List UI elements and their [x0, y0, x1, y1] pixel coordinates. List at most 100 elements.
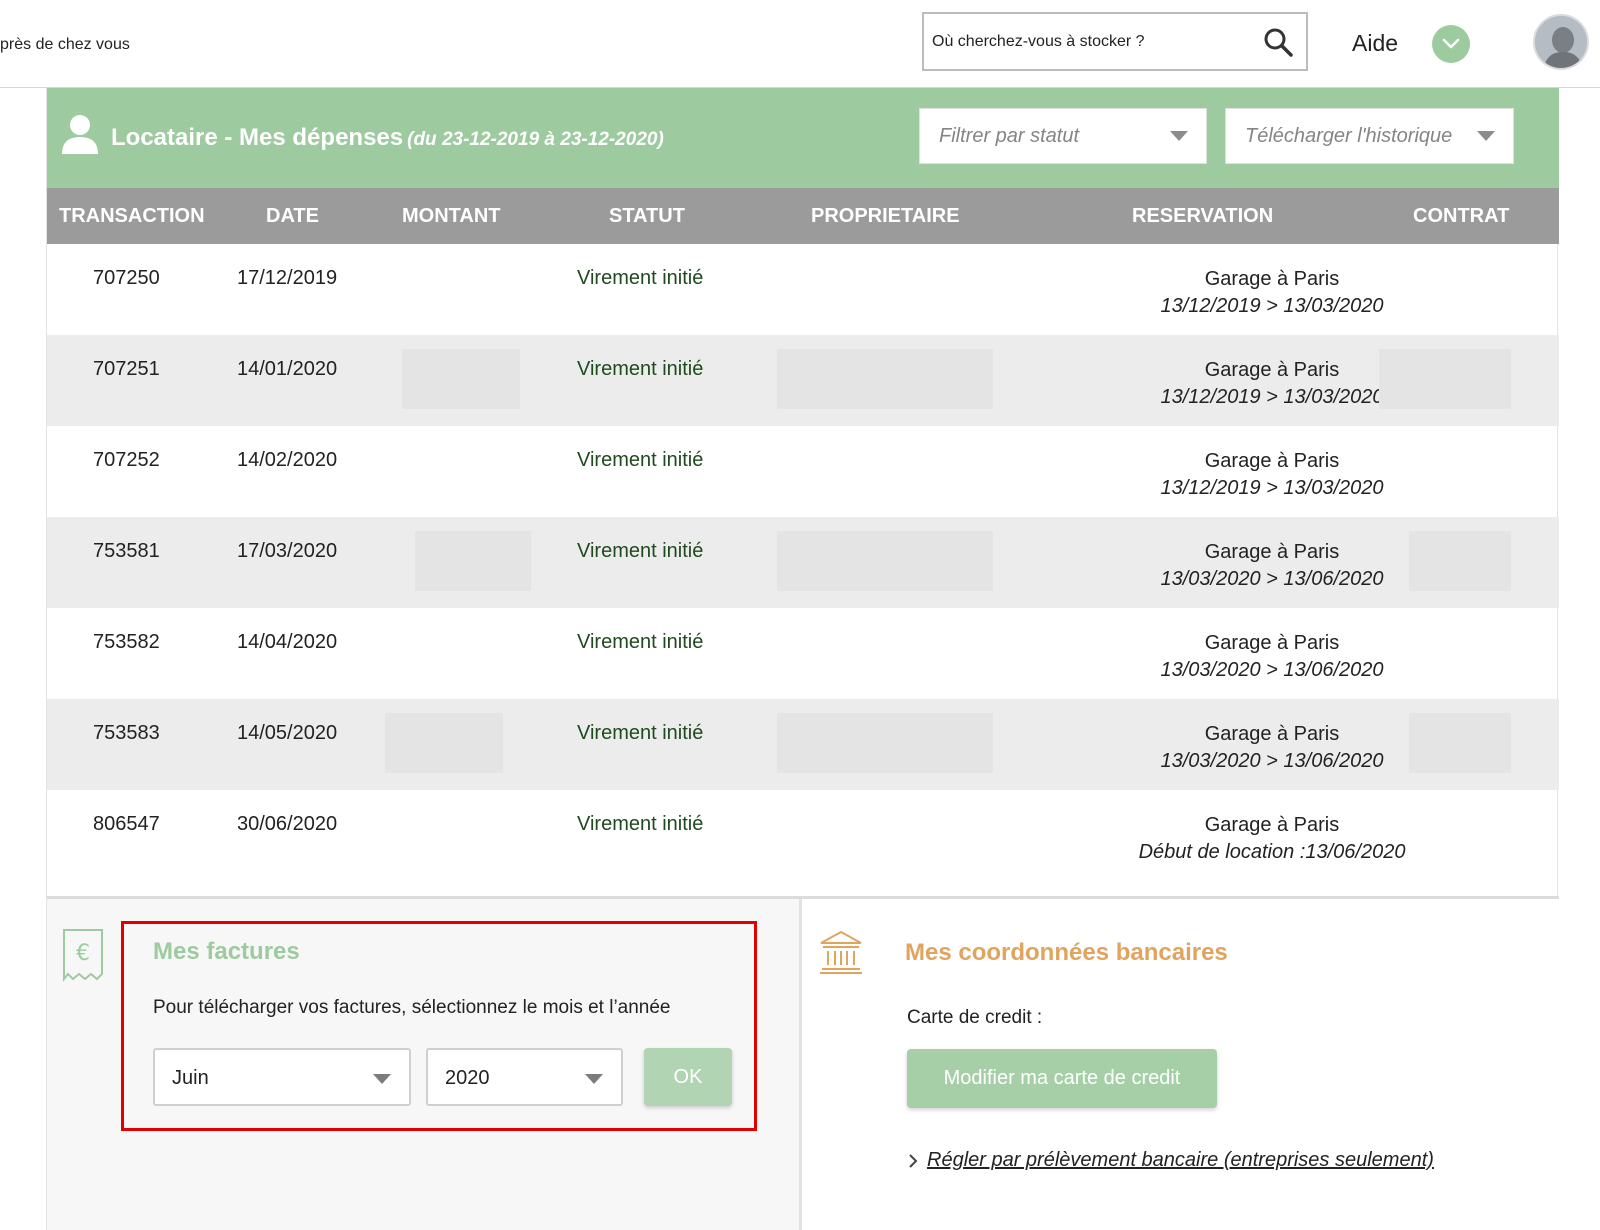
transaction-date: 30/06/2020 — [237, 813, 338, 835]
status-text: Virement initié — [577, 631, 704, 653]
table-row: 707251 14/01/2020 Virement initié Garage… — [47, 335, 1559, 426]
column-header-amount: MONTANT — [402, 205, 501, 227]
column-header-transaction: TRANSACTION — [59, 205, 205, 227]
ok-button[interactable]: OK — [644, 1048, 732, 1106]
owner-placeholder — [777, 713, 993, 773]
column-header-owner: PROPRIETAIRE — [811, 205, 960, 227]
search-input[interactable] — [932, 28, 1252, 56]
status-text: Virement initié — [577, 267, 704, 289]
owner-placeholder — [777, 531, 993, 591]
transaction-id: 753581 — [93, 540, 160, 562]
column-header-status: STATUT — [609, 205, 685, 227]
column-header-contract: CONTRAT — [1413, 205, 1510, 227]
status-text: Virement initié — [577, 813, 704, 835]
transaction-date: 17/12/2019 — [237, 267, 338, 289]
caret-down-icon — [585, 1074, 603, 1084]
year-select[interactable]: 2020 — [426, 1048, 623, 1106]
table-row: 753581 17/03/2020 Virement initié Garage… — [47, 517, 1559, 608]
transaction-date: 17/03/2020 — [237, 540, 338, 562]
amount-placeholder — [402, 349, 520, 409]
help-dropdown-toggle[interactable] — [1432, 25, 1470, 63]
reservation-period: 13/03/2020 > 13/06/2020 — [1160, 568, 1384, 590]
contract-placeholder — [1379, 349, 1511, 409]
invoices-instructions: Pour télécharger vos factures, sélection… — [153, 997, 671, 1018]
search-box[interactable] — [922, 12, 1308, 71]
caret-down-icon — [1170, 131, 1188, 141]
status-text: Virement initié — [577, 540, 704, 562]
month-select-value: Juin — [172, 1067, 209, 1089]
table-row: 753582 14/04/2020 Virement initié Garage… — [47, 608, 1559, 699]
avatar[interactable] — [1533, 14, 1589, 70]
status-text: Virement initié — [577, 358, 704, 380]
direct-debit-row: Régler par prélèvement bancaire (entrepr… — [907, 1149, 1434, 1172]
date-range: (du 23-12-2019 à 23-12-2020) — [407, 129, 664, 150]
month-select[interactable]: Juin — [153, 1048, 411, 1106]
transaction-id: 753583 — [93, 722, 160, 744]
owner-placeholder — [777, 349, 993, 409]
status-filter-label: Filtrer par statut — [939, 125, 1080, 147]
bank-details-title: Mes coordonnées bancaires — [905, 939, 1228, 966]
tagline: près de chez vous — [0, 36, 130, 53]
reservation-period: Début de location :13/06/2020 — [1138, 841, 1406, 863]
reservation-cell: Garage à Paris 13/03/2020 > 13/06/2020 — [1107, 721, 1437, 775]
contract-placeholder — [1409, 713, 1511, 773]
invoices-title: Mes factures — [153, 938, 300, 965]
invoices-section: € Mes factures Pour télécharger vos fact… — [47, 899, 802, 1230]
bank-details-section: Mes coordonnées bancaires Carte de credi… — [805, 899, 1559, 1230]
reservation-period: 13/03/2020 > 13/06/2020 — [1160, 750, 1384, 772]
table-row: 806547 30/06/2020 Virement initié Garage… — [47, 790, 1559, 881]
reservation-place: Garage à Paris — [1204, 814, 1340, 836]
table-header: TRANSACTION DATE MONTANT STATUT PROPRIET… — [47, 188, 1559, 244]
reservation-period: 13/12/2019 > 13/03/2020 — [1160, 477, 1384, 499]
table-row: 707252 14/02/2020 Virement initié Garage… — [47, 426, 1559, 517]
caret-down-icon — [373, 1074, 391, 1084]
table-row: 753583 14/05/2020 Virement initié Garage… — [47, 699, 1559, 790]
reservation-place: Garage à Paris — [1204, 541, 1340, 563]
reservation-place: Garage à Paris — [1204, 723, 1340, 745]
transaction-date: 14/05/2020 — [237, 722, 338, 744]
user-avatar-icon — [1535, 16, 1587, 68]
page-title: Locataire - Mes dépenses (du 23-12-2019 à… — [111, 124, 664, 152]
reservation-period: 13/03/2020 > 13/06/2020 — [1160, 659, 1384, 681]
status-filter-dropdown[interactable]: Filtrer par statut — [919, 108, 1207, 164]
panel-header: Locataire - Mes dépenses (du 23-12-2019 à… — [47, 88, 1559, 188]
reservation-place: Garage à Paris — [1204, 450, 1340, 472]
help-link[interactable]: Aide — [1352, 30, 1398, 57]
transaction-date: 14/01/2020 — [237, 358, 338, 380]
status-text: Virement initié — [577, 722, 704, 744]
chevron-right-icon — [909, 1153, 918, 1168]
modify-credit-card-button[interactable]: Modifier ma carte de credit — [907, 1049, 1217, 1108]
reservation-cell: Garage à Paris 13/12/2019 > 13/03/2020 — [1107, 448, 1437, 502]
transaction-id: 806547 — [93, 813, 160, 835]
page-title-text: Locataire - Mes dépenses — [111, 124, 404, 151]
caret-down-icon — [1477, 131, 1495, 141]
search-icon[interactable] — [1262, 26, 1294, 58]
chevron-down-icon — [1442, 38, 1460, 49]
transaction-date: 14/02/2020 — [237, 449, 338, 471]
reservation-cell: Garage à Paris 13/03/2020 > 13/06/2020 — [1107, 539, 1437, 593]
table-row: 707250 17/12/2019 Virement initié Garage… — [47, 244, 1559, 335]
credit-card-label: Carte de credit : — [907, 1007, 1043, 1028]
transaction-date: 14/04/2020 — [237, 631, 338, 653]
amount-placeholder — [385, 713, 503, 773]
reservation-cell: Garage à Paris 13/12/2019 > 13/03/2020 — [1107, 266, 1437, 320]
reservation-place: Garage à Paris — [1204, 632, 1340, 654]
bank-icon — [820, 930, 862, 974]
receipt-euro-icon: € — [63, 929, 103, 982]
invoice-download-box: Mes factures Pour télécharger vos factur… — [121, 921, 757, 1131]
download-history-dropdown[interactable]: Télécharger l'historique — [1225, 108, 1514, 164]
reservation-period: 13/12/2019 > 13/03/2020 — [1160, 295, 1384, 317]
direct-debit-link[interactable]: Régler par prélèvement bancaire (entrepr… — [927, 1149, 1434, 1171]
column-header-date: DATE — [266, 205, 319, 227]
transaction-id: 707252 — [93, 449, 160, 471]
status-text: Virement initié — [577, 449, 704, 471]
year-select-value: 2020 — [445, 1067, 490, 1089]
expenses-panel: Locataire - Mes dépenses (du 23-12-2019 à… — [46, 88, 1559, 1230]
reservation-cell: Garage à Paris Début de location :13/06/… — [1107, 812, 1437, 866]
reservation-cell: Garage à Paris 13/03/2020 > 13/06/2020 — [1107, 630, 1437, 684]
column-header-reservation: RESERVATION — [1132, 205, 1274, 227]
svg-text:€: € — [76, 941, 90, 966]
amount-placeholder — [415, 531, 531, 591]
top-bar: près de chez vous Aide — [0, 0, 1600, 88]
transaction-id: 753582 — [93, 631, 160, 653]
